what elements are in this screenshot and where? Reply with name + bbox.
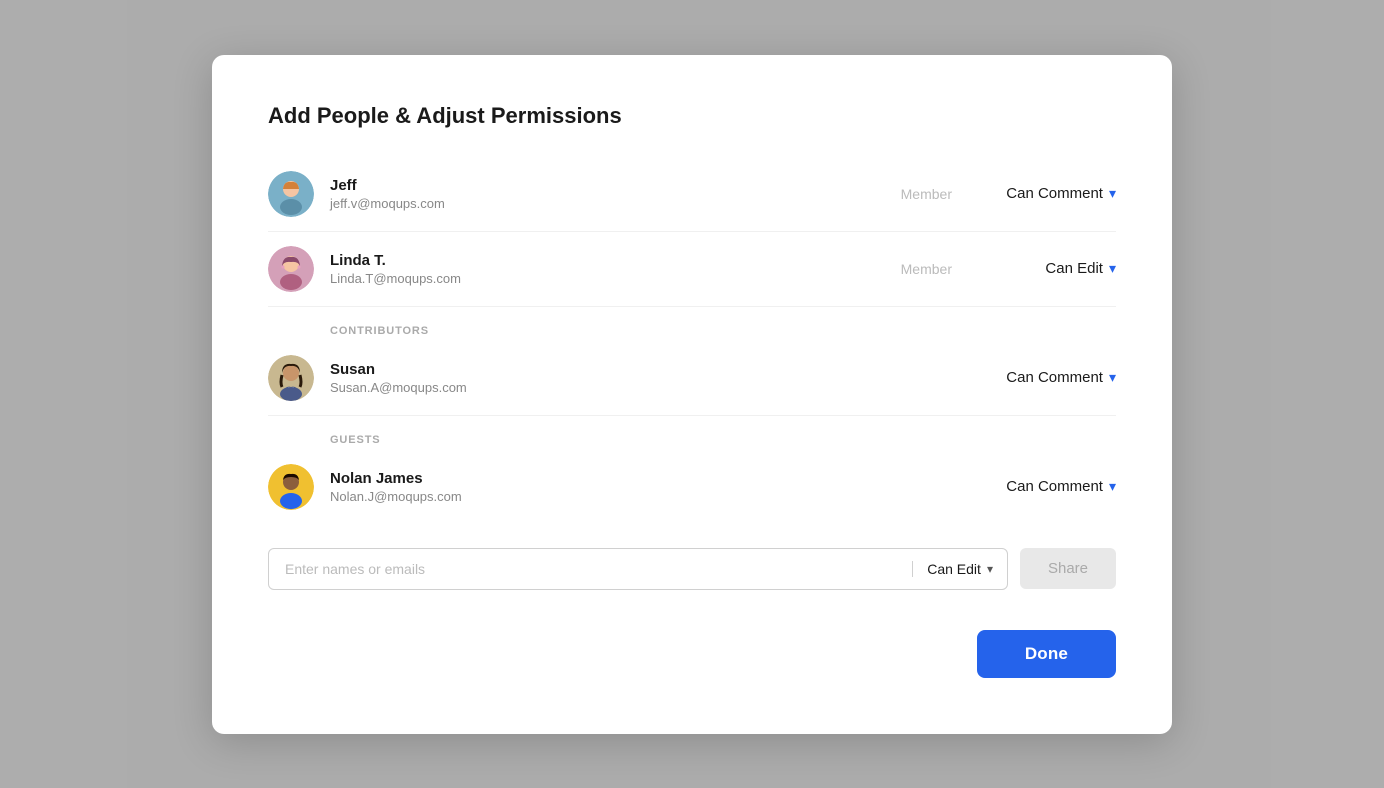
chevron-down-icon: ▾ xyxy=(1109,478,1116,495)
permissions-modal: Add People & Adjust Permissions Jeff jef… xyxy=(212,55,1172,734)
person-name-susan: Susan xyxy=(330,360,882,380)
permission-text-jeff: Can Comment xyxy=(1006,185,1103,202)
invite-input-wrap: Can Edit ▾ xyxy=(268,548,1008,590)
person-info-nolan: Nolan James Nolan.J@moqups.com xyxy=(330,469,882,505)
person-email-nolan: Nolan.J@moqups.com xyxy=(330,489,882,504)
invite-row: Can Edit ▾ Share xyxy=(268,548,1116,590)
modal-overlay: Add People & Adjust Permissions Jeff jef… xyxy=(0,0,1384,788)
guests-section-label: GUESTS xyxy=(268,434,1116,446)
contributors-section-label: CONTRIBUTORS xyxy=(268,325,1116,337)
role-jeff: Member xyxy=(882,186,952,202)
chevron-down-icon: ▾ xyxy=(1109,369,1116,386)
chevron-down-icon: ▾ xyxy=(1109,260,1116,277)
divider-2 xyxy=(268,306,1116,307)
avatar-susan xyxy=(268,355,314,401)
modal-title: Add People & Adjust Permissions xyxy=(268,103,1116,129)
avatar-jeff xyxy=(268,171,314,217)
person-name-jeff: Jeff xyxy=(330,176,882,196)
permission-dropdown-jeff[interactable]: Can Comment ▾ xyxy=(976,185,1116,202)
person-email-jeff: jeff.v@moqups.com xyxy=(330,196,882,211)
person-info-linda: Linda T. Linda.T@moqups.com xyxy=(330,251,882,287)
person-row-nolan: Nolan James Nolan.J@moqups.com Can Comme… xyxy=(268,454,1116,520)
divider-3 xyxy=(268,415,1116,416)
permission-dropdown-susan[interactable]: Can Comment ▾ xyxy=(976,369,1116,386)
person-row-susan: Susan Susan.A@moqups.com Can Comment ▾ xyxy=(268,345,1116,411)
person-info-susan: Susan Susan.A@moqups.com xyxy=(330,360,882,396)
invite-permission-select[interactable]: Can Edit ▾ xyxy=(912,561,1007,577)
person-email-susan: Susan.A@moqups.com xyxy=(330,380,882,395)
role-linda: Member xyxy=(882,261,952,277)
chevron-down-icon: ▾ xyxy=(1109,185,1116,202)
permission-text-nolan: Can Comment xyxy=(1006,478,1103,495)
permission-dropdown-linda[interactable]: Can Edit ▾ xyxy=(976,260,1116,277)
avatar-linda xyxy=(268,246,314,292)
person-name-nolan: Nolan James xyxy=(330,469,882,489)
permission-text-linda: Can Edit xyxy=(1045,260,1103,277)
done-row: Done xyxy=(268,630,1116,678)
person-info-jeff: Jeff jeff.v@moqups.com xyxy=(330,176,882,212)
invite-input[interactable] xyxy=(269,549,912,589)
divider-1 xyxy=(268,231,1116,232)
person-row-jeff: Jeff jeff.v@moqups.com Member Can Commen… xyxy=(268,161,1116,227)
permission-dropdown-nolan[interactable]: Can Comment ▾ xyxy=(976,478,1116,495)
person-name-linda: Linda T. xyxy=(330,251,882,271)
chevron-down-icon: ▾ xyxy=(987,562,993,576)
person-row-linda: Linda T. Linda.T@moqups.com Member Can E… xyxy=(268,236,1116,302)
share-button[interactable]: Share xyxy=(1020,548,1116,589)
invite-permission-text: Can Edit xyxy=(927,561,981,577)
person-email-linda: Linda.T@moqups.com xyxy=(330,271,882,286)
avatar-nolan xyxy=(268,464,314,510)
permission-text-susan: Can Comment xyxy=(1006,369,1103,386)
done-button[interactable]: Done xyxy=(977,630,1116,678)
